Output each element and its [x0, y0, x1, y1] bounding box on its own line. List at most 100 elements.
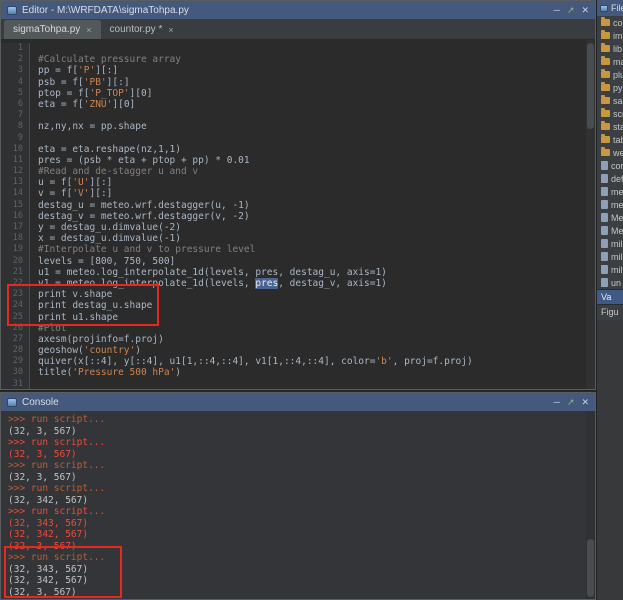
code-token: ][:] [90, 177, 113, 188]
code-line[interactable]: 31 [1, 379, 595, 389]
code-line[interactable]: 15destag_u = meteo.wrf.destagger(u, -1) [1, 200, 595, 211]
code-text: pp = f['P'][:] [30, 65, 118, 76]
tree-item-file[interactable]: me [597, 198, 623, 211]
code-text: eta = eta.reshape(nz,1,1) [30, 144, 181, 155]
tree-item-folder[interactable]: sa [597, 94, 623, 107]
tab-countor-py[interactable]: countor.py *× [101, 20, 183, 39]
code-line[interactable]: 5ptop = f['P_TOP'][0] [1, 88, 595, 99]
tab-close-icon[interactable]: × [168, 25, 173, 35]
code-text [30, 379, 38, 389]
code-token: pp = f[ [38, 65, 78, 76]
file-icon [601, 174, 608, 183]
code-line[interactable]: 20levels = [800, 750, 500] [1, 256, 595, 267]
line-number: 30 [1, 367, 30, 378]
code-line[interactable]: 6eta = f['ZNU'][0] [1, 99, 595, 110]
tab-close-icon[interactable]: × [86, 25, 91, 35]
tree-item-file[interactable]: Me [597, 211, 623, 224]
code-line[interactable]: 29quiver(x[::4], y[::4], u1[1,::4,::4], … [1, 356, 595, 367]
code-line[interactable]: 21u1 = meteo.log_interpolate_1d(levels, … [1, 267, 595, 278]
line-number: 17 [1, 222, 30, 233]
code-token: geoshow( [38, 345, 84, 356]
code-line[interactable]: 9 [1, 133, 595, 144]
code-line[interactable]: 30title('Pressure 500 hPa') [1, 367, 595, 378]
code-line[interactable]: 3pp = f['P'][:] [1, 65, 595, 76]
tree-item-label: un [611, 278, 621, 288]
code-line[interactable]: 17 y = destag_u.dimvalue(-2) [1, 222, 595, 233]
code-text: print destag_u.shape [30, 300, 152, 311]
tree-item-label: sta [613, 122, 623, 132]
tree-item-file[interactable]: mil [597, 250, 623, 263]
console-scrollbar-thumb[interactable] [587, 539, 594, 597]
code-text: u1 = meteo.log_interpolate_1d(levels, pr… [30, 267, 387, 278]
tree-item-folder[interactable]: col [597, 16, 623, 29]
tree-item-folder[interactable]: pyl [597, 81, 623, 94]
code-line[interactable]: 8nz,ny,nx = pp.shape [1, 121, 595, 132]
code-line[interactable]: 18x = destag_u.dimvalue(-1) [1, 233, 595, 244]
code-line[interactable]: 22v1 = meteo.log_interpolate_1d(levels, … [1, 278, 595, 289]
tree-item-folder[interactable]: we [597, 146, 623, 159]
code-line[interactable]: 7 [1, 110, 595, 121]
tree-item-file[interactable]: mil [597, 237, 623, 250]
minimize-icon[interactable]: ─ [554, 1, 560, 19]
code-line[interactable]: 26#Plot [1, 323, 595, 334]
close-icon[interactable]: ✕ [581, 393, 589, 411]
tree-item-label: col [613, 18, 623, 28]
code-line[interactable]: 2#Calculate pressure array [1, 54, 595, 65]
console-titlebar[interactable]: Console ─ ↗ ✕ [1, 393, 595, 411]
code-line[interactable]: 27axesm(projinfo=f.proj) [1, 334, 595, 345]
code-line[interactable]: 14v = f['V'][:] [1, 188, 595, 199]
editor-scrollbar-thumb[interactable] [587, 43, 594, 129]
line-number: 5 [1, 88, 30, 99]
code-line[interactable]: 13u = f['U'][:] [1, 177, 595, 188]
code-text: u = f['U'][:] [30, 177, 112, 188]
tree-item-file[interactable]: un [597, 276, 623, 289]
tree-item-file[interactable]: mil [597, 263, 623, 276]
tree-item-folder[interactable]: sta [597, 120, 623, 133]
code-line[interactable]: 23print v.shape [1, 289, 595, 300]
code-line[interactable]: 19#Interpolate u and v to pressure level [1, 244, 595, 255]
tree-item-file[interactable]: con [597, 159, 623, 172]
console-window-controls: ─ ↗ ✕ [554, 393, 589, 411]
code-token: y = destag_u.dimvalue(-2) [38, 222, 181, 233]
code-line[interactable]: 24print destag_u.shape [1, 300, 595, 311]
tree-item-folder[interactable]: scr [597, 107, 623, 120]
code-line[interactable]: 4psb = f['PB'][:] [1, 77, 595, 88]
code-token: , proj=f.proj) [393, 356, 473, 367]
tab-sigmatohpa-py[interactable]: sigmaTohpa.py × [4, 20, 101, 39]
tree-item-label: Me [611, 213, 623, 223]
minimize-icon[interactable]: ─ [554, 393, 560, 411]
close-icon[interactable]: ✕ [581, 1, 589, 19]
tree-item-folder[interactable]: ima [597, 29, 623, 42]
tree-item-folder[interactable]: tab [597, 133, 623, 146]
tree-item-folder[interactable]: ma [597, 55, 623, 68]
code-line[interactable]: 28geoshow('country') [1, 345, 595, 356]
panel-tab-figu[interactable]: Figu [597, 304, 623, 319]
code-line[interactable]: 12#Read and de-stagger u and v [1, 166, 595, 177]
code-text: #Plot [30, 323, 67, 334]
code-line[interactable]: 11pres = (psb * eta + ptop + pp) * 0.01 [1, 155, 595, 166]
console-output[interactable]: >>> run script...(32, 3, 567)>>> run scr… [1, 411, 595, 599]
editor-titlebar[interactable]: Editor - M:\WRFDATA\sigmaTohpa.py ─ ↗ ✕ [1, 1, 595, 19]
panel-tab-va[interactable]: Va [597, 289, 623, 304]
selected-token: pres [255, 278, 278, 289]
maximize-icon[interactable]: ↗ [567, 393, 575, 411]
tree-item-folder[interactable]: plu [597, 68, 623, 81]
tree-item-folder[interactable]: lib [597, 42, 623, 55]
maximize-icon[interactable]: ↗ [567, 1, 575, 19]
code-text: destag_u = meteo.wrf.destagger(u, -1) [30, 200, 250, 211]
line-number: 20 [1, 256, 30, 267]
tree-item-file[interactable]: def [597, 172, 623, 185]
tree-item-file[interactable]: Me [597, 224, 623, 237]
tab-label: sigmaTohpa.py [13, 24, 80, 35]
code-line[interactable]: 25print u1.shape [1, 312, 595, 323]
code-line[interactable]: 10eta = eta.reshape(nz,1,1) [1, 144, 595, 155]
editor-scrollbar[interactable] [586, 40, 595, 389]
tree-item-file[interactable]: me [597, 185, 623, 198]
code-editor[interactable]: 12#Calculate pressure array3pp = f['P'][… [1, 40, 595, 389]
file-icon [601, 226, 608, 235]
code-line[interactable]: 16destag_v = meteo.wrf.destagger(v, -2) [1, 211, 595, 222]
console-line: >>> run script... [8, 506, 595, 518]
console-scrollbar[interactable] [586, 411, 595, 599]
code-line[interactable]: 1 [1, 43, 595, 54]
file-panel-titlebar[interactable]: File [597, 0, 623, 16]
